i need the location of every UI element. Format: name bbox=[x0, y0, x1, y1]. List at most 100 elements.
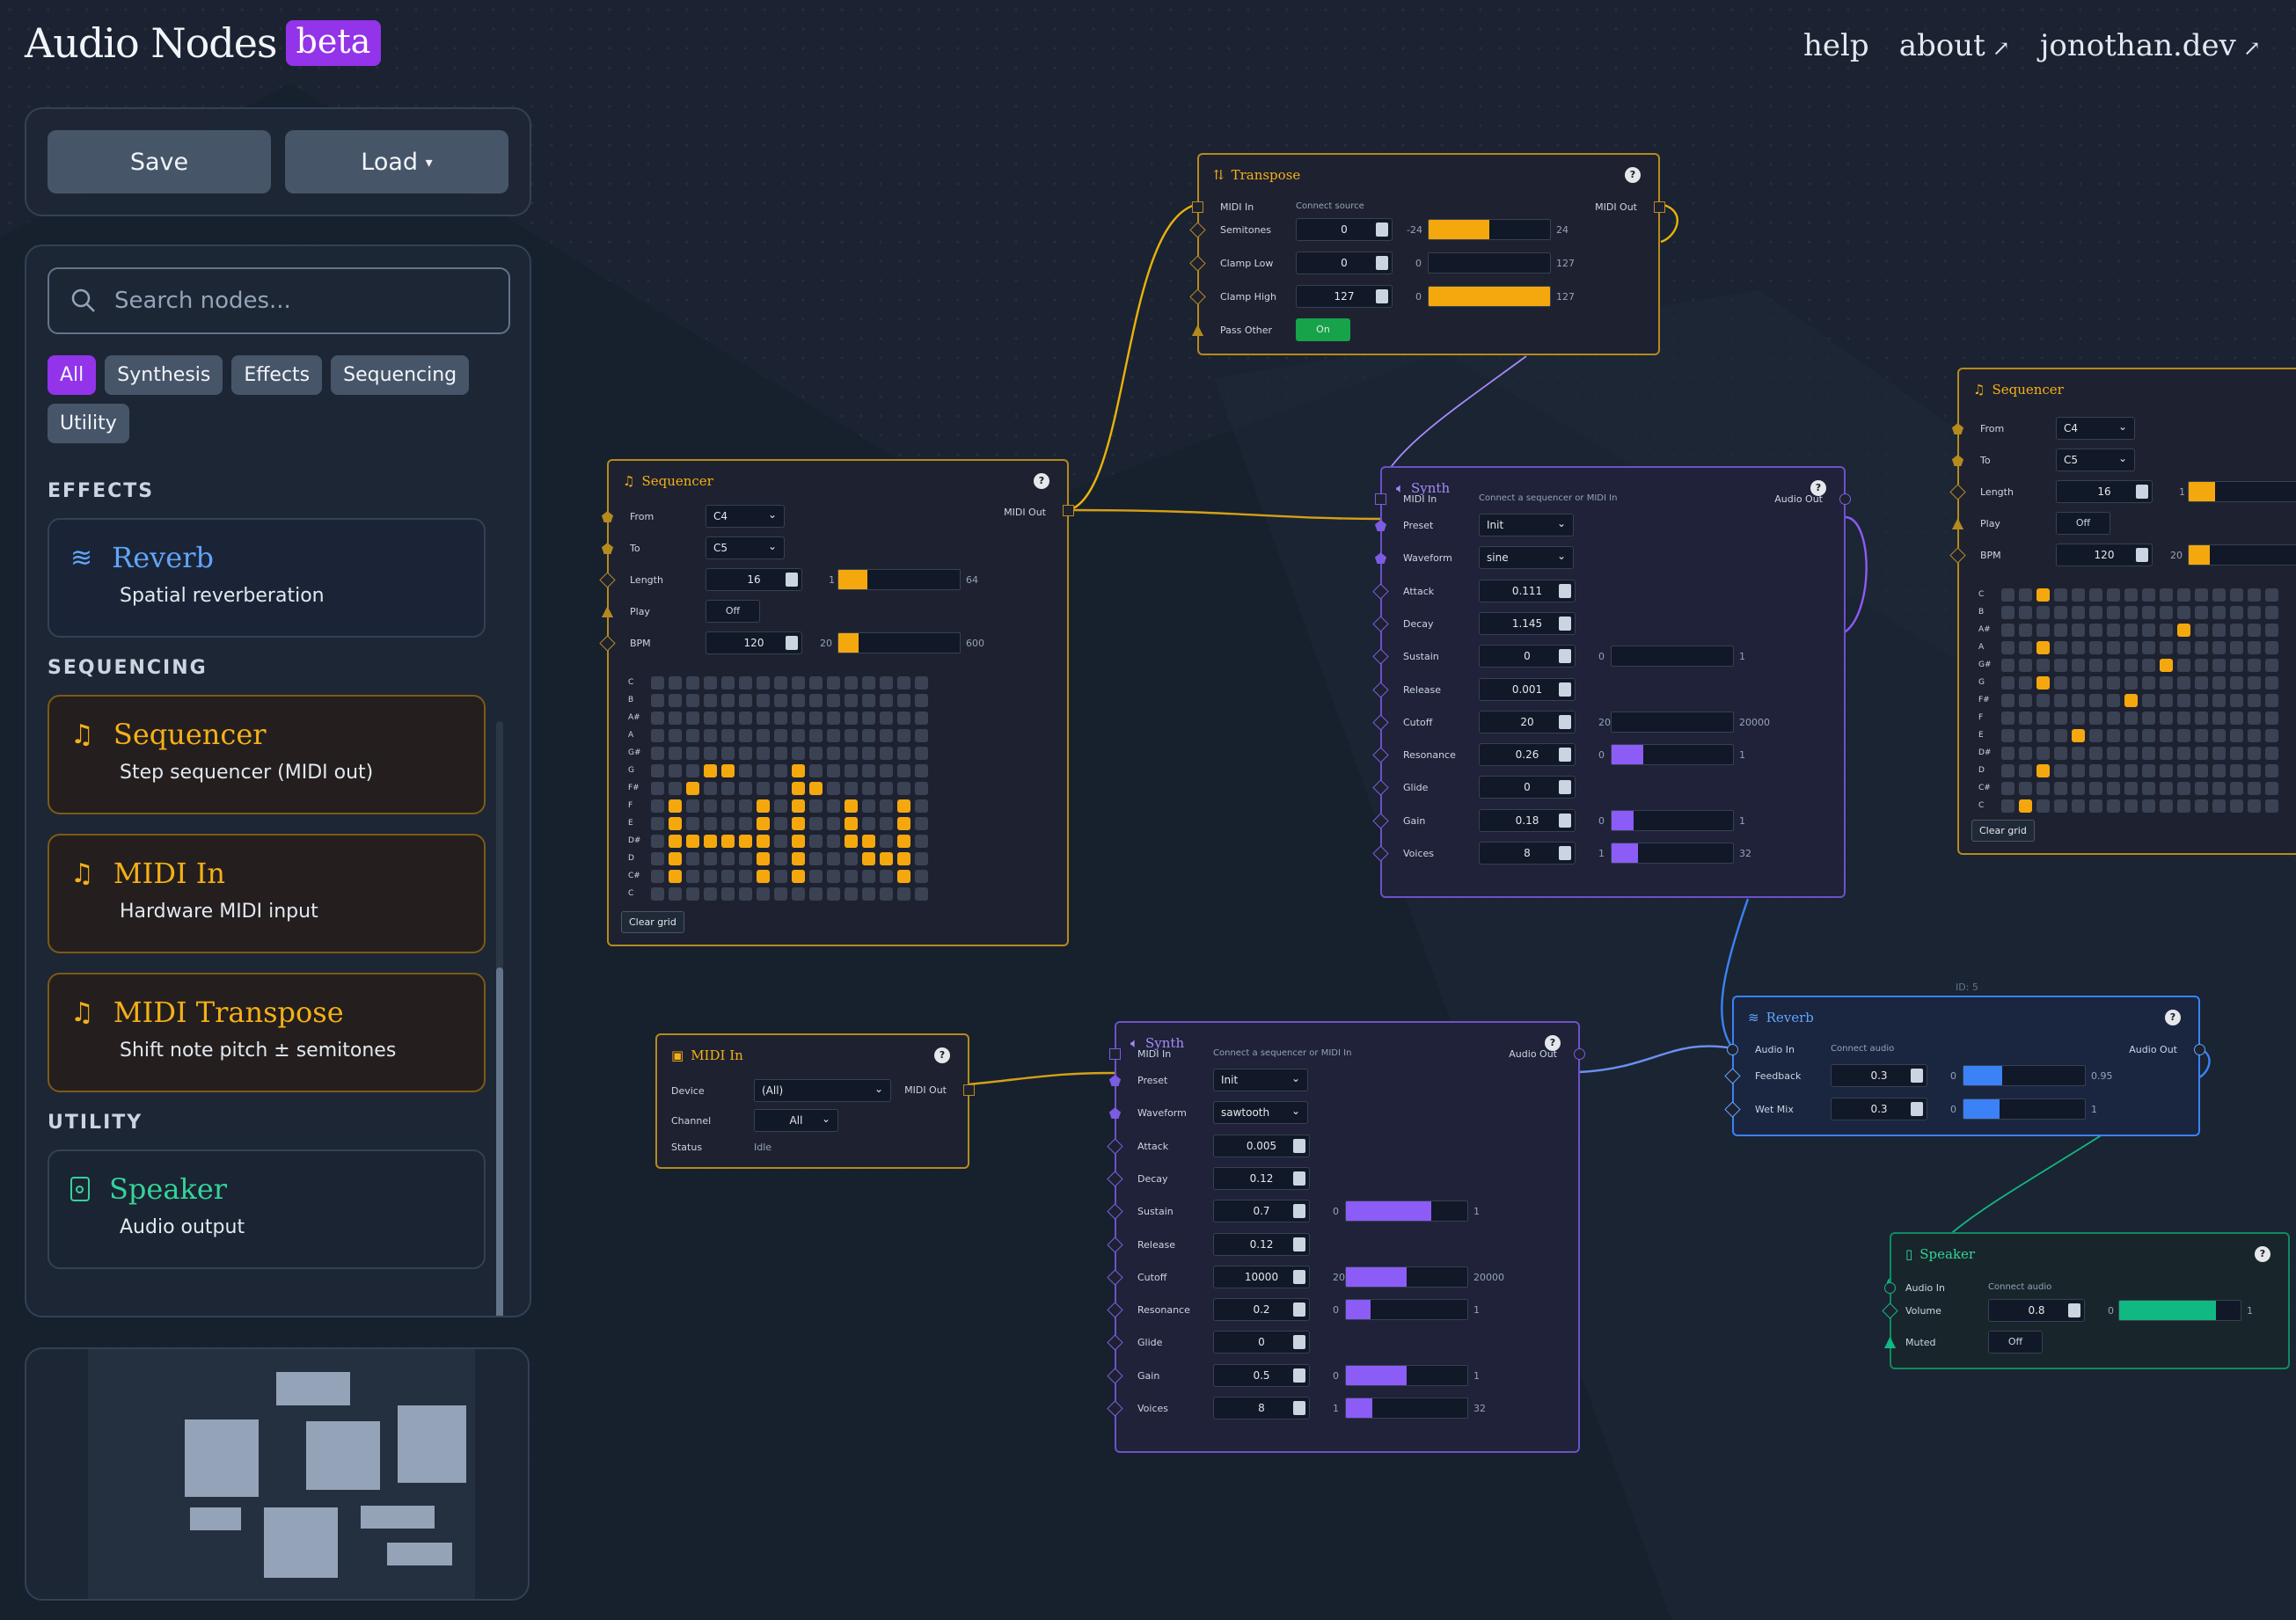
semitones-slider[interactable] bbox=[1428, 219, 1551, 240]
step-cell[interactable] bbox=[897, 711, 910, 725]
clear-grid-button[interactable]: Clear grid bbox=[621, 911, 684, 933]
step-cell[interactable] bbox=[2054, 711, 2067, 725]
step-cell[interactable] bbox=[686, 781, 699, 795]
library-item-midi-transpose[interactable]: ♫ MIDI Transpose Shift note pitch ± semit… bbox=[48, 973, 486, 1092]
step-cell[interactable] bbox=[2107, 640, 2120, 654]
node-reverb[interactable]: ≋ Reverb ? Audio In Connect audio Audio O… bbox=[1724, 996, 2205, 1136]
step-cell[interactable] bbox=[792, 816, 805, 830]
step-cell[interactable] bbox=[2248, 675, 2261, 690]
step-cell[interactable] bbox=[809, 887, 823, 901]
step-cell[interactable] bbox=[862, 834, 875, 848]
step-cell[interactable] bbox=[721, 781, 735, 795]
step-cell[interactable] bbox=[827, 851, 840, 865]
step-cell[interactable] bbox=[2265, 763, 2278, 777]
step-cell[interactable] bbox=[827, 799, 840, 813]
step-cell[interactable] bbox=[792, 799, 805, 813]
step-cell[interactable] bbox=[897, 816, 910, 830]
step-cell[interactable] bbox=[2142, 640, 2155, 654]
step-cell[interactable] bbox=[2089, 623, 2102, 637]
step-cell[interactable] bbox=[2212, 605, 2226, 619]
play-toggle[interactable]: Off bbox=[706, 600, 760, 623]
stepper-icon[interactable] bbox=[2136, 548, 2148, 562]
bpm-slider[interactable] bbox=[837, 632, 961, 653]
help-icon[interactable]: ? bbox=[2165, 1010, 2181, 1025]
audio-out-port[interactable] bbox=[1839, 493, 1851, 505]
step-cell[interactable] bbox=[739, 816, 752, 830]
step-cell[interactable] bbox=[915, 834, 928, 848]
step-cell[interactable] bbox=[721, 799, 735, 813]
step-cell[interactable] bbox=[915, 781, 928, 795]
step-cell[interactable] bbox=[2107, 711, 2120, 725]
stepper-icon[interactable] bbox=[1559, 846, 1571, 860]
sustain-input[interactable]: 0.7 bbox=[1213, 1200, 1310, 1223]
step-cell[interactable] bbox=[2160, 640, 2173, 654]
step-cell[interactable] bbox=[2001, 587, 2014, 602]
step-cell[interactable] bbox=[862, 675, 875, 690]
step-cell[interactable] bbox=[862, 711, 875, 725]
audio-in-port[interactable] bbox=[1727, 1044, 1738, 1055]
step-cell[interactable] bbox=[897, 781, 910, 795]
step-cell[interactable] bbox=[2019, 711, 2032, 725]
step-cell[interactable] bbox=[669, 711, 682, 725]
step-cell[interactable] bbox=[2107, 605, 2120, 619]
step-cell[interactable] bbox=[2054, 675, 2067, 690]
step-cell[interactable] bbox=[2248, 640, 2261, 654]
gain-slider[interactable] bbox=[1611, 809, 1734, 831]
step-cell[interactable] bbox=[897, 869, 910, 883]
step-cell[interactable] bbox=[880, 711, 893, 725]
step-cell[interactable] bbox=[2177, 693, 2190, 707]
step-cell[interactable] bbox=[651, 816, 664, 830]
step-cell[interactable] bbox=[2195, 728, 2208, 742]
step-cell[interactable] bbox=[2019, 658, 2032, 672]
step-cell[interactable] bbox=[2054, 623, 2067, 637]
step-cell[interactable] bbox=[2248, 781, 2261, 795]
help-icon[interactable]: ? bbox=[934, 1047, 950, 1063]
step-cell[interactable] bbox=[880, 851, 893, 865]
step-cell[interactable] bbox=[2142, 728, 2155, 742]
step-cell[interactable] bbox=[669, 851, 682, 865]
step-cell[interactable] bbox=[2107, 746, 2120, 760]
step-cell[interactable] bbox=[704, 887, 717, 901]
step-cell[interactable] bbox=[739, 781, 752, 795]
step-cell[interactable] bbox=[2089, 605, 2102, 619]
volume-slider[interactable] bbox=[2118, 1300, 2241, 1321]
step-cell[interactable] bbox=[809, 869, 823, 883]
step-cell[interactable] bbox=[651, 781, 664, 795]
channel-select[interactable]: All bbox=[754, 1108, 838, 1132]
step-cell[interactable] bbox=[2265, 587, 2278, 602]
step-cell[interactable] bbox=[774, 834, 787, 848]
step-cell[interactable] bbox=[862, 746, 875, 760]
step-cell[interactable] bbox=[2160, 746, 2173, 760]
step-cell[interactable] bbox=[2212, 781, 2226, 795]
clamp-low-input[interactable]: 0 bbox=[1296, 252, 1393, 274]
step-cell[interactable] bbox=[739, 711, 752, 725]
step-cell[interactable] bbox=[669, 763, 682, 777]
step-cell[interactable] bbox=[2036, 781, 2050, 795]
step-cell[interactable] bbox=[2036, 640, 2050, 654]
step-cell[interactable] bbox=[669, 834, 682, 848]
step-cell[interactable] bbox=[2001, 728, 2014, 742]
to-select[interactable]: C5 bbox=[706, 536, 785, 559]
nav-author-link[interactable]: jonothan.dev ↗ bbox=[2040, 28, 2261, 63]
step-cell[interactable] bbox=[2089, 658, 2102, 672]
clamp-high-input[interactable]: 127 bbox=[1296, 285, 1393, 308]
step-cell[interactable] bbox=[686, 728, 699, 742]
step-cell[interactable] bbox=[2142, 746, 2155, 760]
step-cell[interactable] bbox=[809, 693, 823, 707]
stepper-icon[interactable] bbox=[1293, 1401, 1305, 1415]
midi-in-port[interactable] bbox=[1192, 201, 1203, 213]
midi-in-port[interactable] bbox=[1109, 1048, 1121, 1060]
step-cell[interactable] bbox=[862, 781, 875, 795]
step-cell[interactable] bbox=[651, 711, 664, 725]
clear-grid-button[interactable]: Clear grid bbox=[1971, 820, 2035, 842]
step-cell[interactable] bbox=[2001, 693, 2014, 707]
step-cell[interactable] bbox=[2177, 623, 2190, 637]
step-cell[interactable] bbox=[2054, 587, 2067, 602]
step-cell[interactable] bbox=[2036, 605, 2050, 619]
midi-in-port[interactable] bbox=[1375, 493, 1386, 505]
load-button[interactable]: Load ▾ bbox=[285, 130, 508, 193]
step-cell[interactable] bbox=[862, 728, 875, 742]
step-cell[interactable] bbox=[2089, 711, 2102, 725]
step-cell[interactable] bbox=[2001, 623, 2014, 637]
stepper-icon[interactable] bbox=[2136, 485, 2148, 499]
